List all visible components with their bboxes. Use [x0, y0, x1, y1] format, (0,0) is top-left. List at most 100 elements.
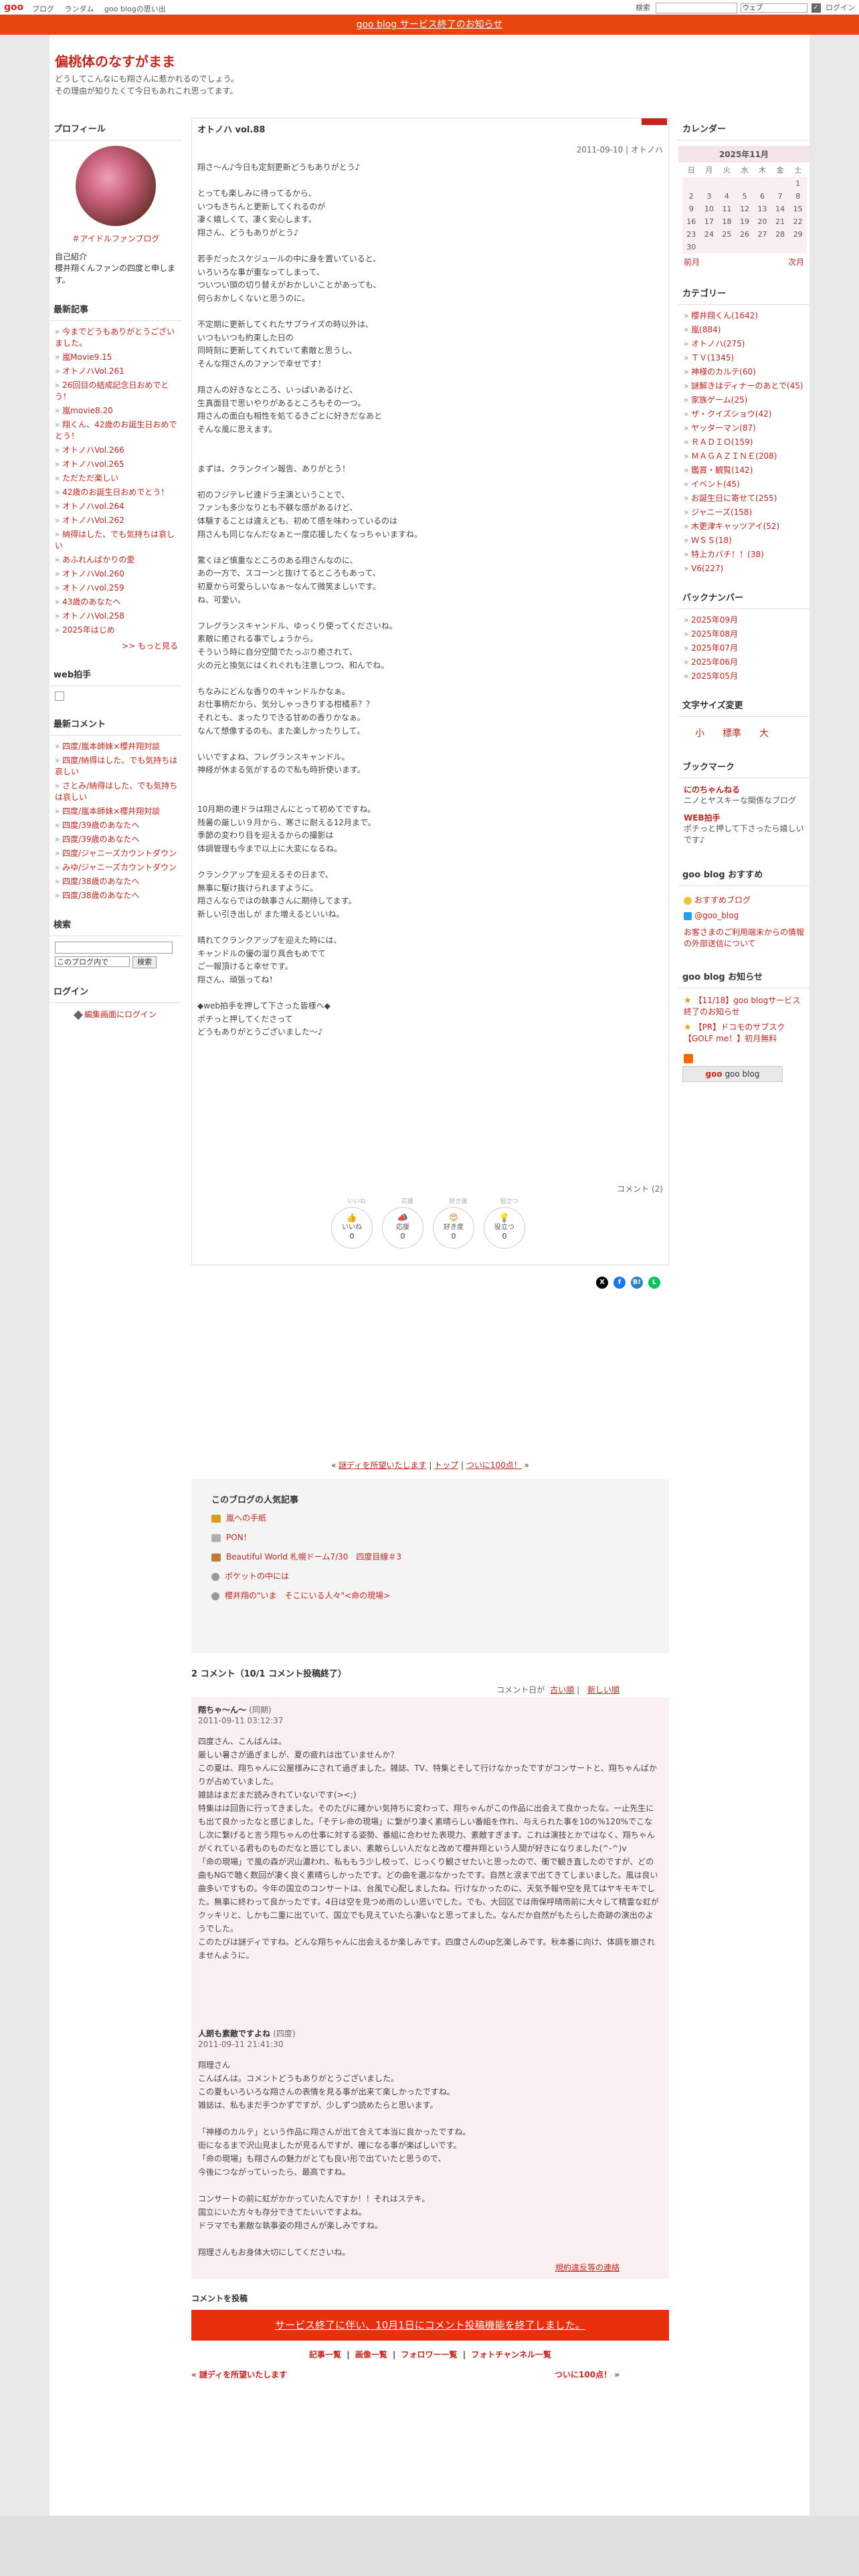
- sort-new-link[interactable]: 新しい順: [587, 1685, 619, 1695]
- reaction-cheer-button[interactable]: 📣 応援 0: [382, 1207, 423, 1249]
- category-link[interactable]: 木更津キャッツアイ(52): [684, 521, 807, 532]
- sort-old-link[interactable]: 古い順: [550, 1685, 574, 1695]
- recent-comment-link[interactable]: みゆ/ジャニーズカウントダウン: [55, 862, 179, 873]
- category-link[interactable]: ヤッターマン(87): [684, 423, 807, 434]
- goo-blog-button[interactable]: goo goo blog: [682, 1066, 783, 1082]
- photo-channel-list-link[interactable]: フォトチャンネル一覧: [471, 2350, 551, 2359]
- blog-search-button[interactable]: 検索: [132, 956, 157, 968]
- recent-comment-link[interactable]: 四度/嵐本師妹×櫻井翔対談: [55, 741, 179, 752]
- follower-list-link[interactable]: フォロワー一覧: [401, 2350, 458, 2359]
- recent-post-link[interactable]: 26回目の結成記念日おめでとう！: [55, 380, 179, 403]
- category-link[interactable]: ＲＡＤＩＯ(159): [684, 437, 807, 448]
- facebook-share-icon[interactable]: f: [613, 1277, 626, 1289]
- bookmark-link[interactable]: にのちゃんねる: [678, 784, 809, 795]
- popular-post-link[interactable]: 櫻井翔の"いま そこにいる人々"<命の現場>: [225, 1591, 390, 1600]
- textsize-small[interactable]: 小: [684, 726, 716, 740]
- external-transmission-link[interactable]: お客さまのご利用端末からの情報の外部送信について: [678, 923, 809, 954]
- category-link[interactable]: オトノハ(275): [684, 338, 807, 350]
- calendar-next-link[interactable]: 次月: [788, 256, 804, 267]
- goo-link-random[interactable]: ランダム: [65, 5, 94, 13]
- category-link[interactable]: V6(227): [684, 563, 807, 574]
- popular-post-link[interactable]: 嵐への手紙: [226, 1513, 266, 1523]
- recent-post-link[interactable]: オトノハvol.265: [55, 459, 179, 470]
- category-link[interactable]: ＭＡＧＡＺＩＮＥ(208): [684, 451, 807, 462]
- recent-comment-link[interactable]: 四度/38歳のあなたへ: [55, 876, 179, 887]
- recent-post-link[interactable]: 2025年はじめ: [55, 625, 179, 636]
- reaction-like-button[interactable]: 👍 いいね 0: [331, 1207, 373, 1249]
- backnumber-link[interactable]: 2025年07月: [684, 643, 807, 654]
- category-link[interactable]: 謎解きはディナーのあとで(45): [684, 381, 807, 392]
- backnumber-link[interactable]: 2025年08月: [684, 629, 807, 640]
- goo-search-scope[interactable]: ウェブ: [741, 3, 807, 13]
- news-link[interactable]: 【11/18】goo blogサービス終了のお知らせ: [684, 996, 800, 1016]
- backnumber-link[interactable]: 2025年09月: [684, 615, 807, 626]
- goo-link-blog[interactable]: ブログ: [32, 5, 54, 13]
- user-link[interactable]: ＃アイドルファンブログ: [72, 234, 159, 243]
- web-clap-image[interactable]: [55, 691, 64, 701]
- recent-post-link[interactable]: ただただ楽しい: [55, 473, 179, 484]
- post-list-link[interactable]: 記事一覧: [309, 2350, 341, 2359]
- hatena-share-icon[interactable]: B!: [631, 1277, 643, 1289]
- recent-comment-link[interactable]: さとみ/納得はした、でも気持ちは哀しい: [55, 780, 179, 803]
- edit-login-link[interactable]: 編集画面にログイン: [84, 1010, 157, 1019]
- footer-next-post-link[interactable]: ついに100点！ »: [555, 2370, 619, 2379]
- next-post-link[interactable]: ついに100点！: [466, 1461, 522, 1470]
- recent-post-link[interactable]: 43歳のあなたへ: [55, 597, 179, 608]
- goo-blog-twitter-link[interactable]: @goo_blog: [694, 911, 739, 920]
- post-title[interactable]: オトノハ vol.88: [197, 122, 265, 135]
- news-link[interactable]: 【PR】ドコモのサブスク【GOLF me！】初月無料: [684, 1023, 785, 1043]
- backnumber-link[interactable]: 2025年05月: [684, 671, 807, 682]
- category-link[interactable]: ジャニーズ(158): [684, 507, 807, 518]
- recommend-blog-link[interactable]: おすすめブログ: [694, 895, 751, 905]
- recent-comment-link[interactable]: 四度/38歳のあなたへ: [55, 890, 179, 901]
- service-end-notice-link[interactable]: goo blog サービス終了のお知らせ: [357, 19, 503, 30]
- category-link[interactable]: 家族ゲーム(25): [684, 395, 807, 406]
- textsize-normal[interactable]: 標準: [716, 726, 748, 740]
- prev-post-link[interactable]: 謎ディを所望いたします: [339, 1461, 426, 1470]
- recent-post-link[interactable]: 今までどうもありがとうございました。: [55, 326, 179, 349]
- recent-post-link[interactable]: 嵐movie8.20: [55, 405, 179, 417]
- category-link[interactable]: ＷＳＳ(18): [684, 535, 807, 546]
- goo-search-input[interactable]: [655, 3, 737, 13]
- blog-search-scope[interactable]: このブログ内で: [55, 956, 130, 967]
- textsize-large[interactable]: 大: [748, 726, 780, 740]
- recent-comment-link[interactable]: 四度/ジャニーズカウントダウン: [55, 848, 179, 859]
- recent-post-link[interactable]: 嵐Movie9.15: [55, 352, 179, 363]
- recent-post-link[interactable]: オトノハVol.258: [55, 611, 179, 622]
- blog-search-input[interactable]: [55, 942, 173, 954]
- recent-post-link[interactable]: オトノハVol.260: [55, 568, 179, 580]
- report-violation-link[interactable]: 規約違反等の連絡: [555, 2263, 619, 2272]
- rss-icon[interactable]: [684, 1054, 693, 1063]
- goo-link-memories[interactable]: goo blogの思い出: [104, 5, 166, 13]
- goo-logo[interactable]: goo: [4, 2, 23, 13]
- image-list-link[interactable]: 画像一覧: [355, 2350, 387, 2359]
- recent-comment-link[interactable]: 四度/嵐本師妹×櫻井翔対談: [55, 806, 179, 817]
- category-link[interactable]: 鑑賞・観覧(142): [684, 465, 807, 476]
- category-link[interactable]: ＴＶ(1345): [684, 352, 807, 364]
- recent-comment-link[interactable]: 四度/納得はした、でも気持ちは哀しい: [55, 755, 179, 778]
- recent-post-link[interactable]: オトノハVol.266: [55, 445, 179, 456]
- bookmark-link[interactable]: WEB拍手: [678, 812, 809, 823]
- category-link[interactable]: ザ・クイズショウ(42): [684, 409, 807, 420]
- popular-post-link[interactable]: Beautiful World 札幌ドーム7/30 四度目線＃3: [226, 1552, 401, 1562]
- category-link[interactable]: 神様のカルテ(60): [684, 366, 807, 378]
- popular-post-link[interactable]: PON！: [226, 1533, 252, 1542]
- recent-post-link[interactable]: 納得はした、でも気持ちは哀しい: [55, 529, 179, 552]
- recent-comment-link[interactable]: 四度/39歳のあなたへ: [55, 820, 179, 831]
- backnumber-link[interactable]: 2025年06月: [684, 657, 807, 668]
- goo-search-button[interactable]: ✓: [811, 3, 821, 13]
- category-link[interactable]: イベント(45): [684, 479, 807, 490]
- category-link[interactable]: 嵐(884): [684, 324, 807, 336]
- recent-post-link[interactable]: 翔くん、42歳のお誕生日おめでとう！: [55, 419, 179, 442]
- popular-post-link[interactable]: ポケットの中には: [225, 1572, 289, 1581]
- x-share-icon[interactable]: X: [596, 1277, 608, 1289]
- top-link[interactable]: トップ: [434, 1461, 458, 1470]
- category-link[interactable]: 櫻井翔くん(1642): [684, 310, 807, 322]
- recent-post-link[interactable]: オトノハVol.262: [55, 515, 179, 526]
- footer-prev-post-link[interactable]: « 謎ディを所望いたします: [191, 2370, 287, 2379]
- recent-post-link[interactable]: あふれんばかりの愛: [55, 554, 179, 566]
- category-link[interactable]: お誕生日に寄せて(255): [684, 493, 807, 504]
- recent-post-link[interactable]: オトノハvol.264: [55, 501, 179, 512]
- blog-title[interactable]: 偏桃体のなすがまま: [55, 51, 175, 70]
- recent-comment-link[interactable]: 四度/39歳のあなたへ: [55, 834, 179, 845]
